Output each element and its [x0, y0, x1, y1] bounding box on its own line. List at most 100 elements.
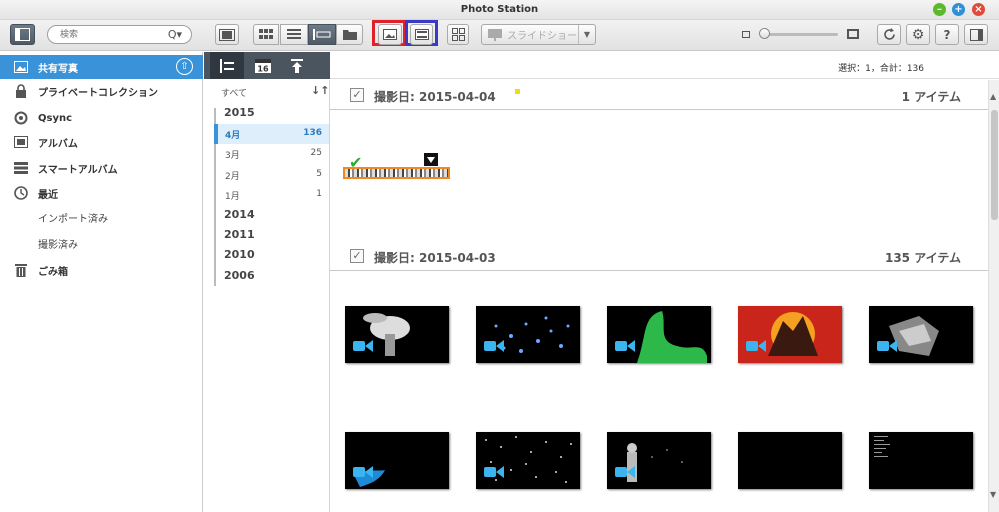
sidebar-item-label: 撮影済み [38, 239, 78, 251]
sidebar-item-imported[interactable]: インポート済み [0, 205, 203, 229]
timeline-month[interactable]: 2月 5 [216, 165, 329, 185]
video-thumbnail[interactable] [607, 432, 711, 489]
close-button[interactable]: × [972, 3, 985, 16]
timeline-year[interactable]: 2006 [216, 267, 329, 287]
list-view-button[interactable] [280, 24, 308, 45]
folder-icon [342, 30, 357, 40]
scrollbar-thumb[interactable] [991, 110, 998, 220]
calendar-icon: 16 [255, 59, 271, 73]
search-icon[interactable]: Q▾ [168, 28, 182, 41]
photo-icon [383, 29, 397, 40]
album-icon [14, 135, 28, 149]
scroll-down-icon[interactable]: ▼ [990, 490, 996, 499]
slideshow-label: スライドショー [507, 31, 577, 42]
large-thumb-icon [847, 29, 859, 39]
sidebar-item-label: プライベートコレクション [38, 87, 158, 99]
settings-button[interactable]: ⚙ [906, 24, 930, 45]
sidebar-item-private-collection[interactable]: プライベートコレクション [0, 79, 203, 103]
tab-calendar[interactable]: 16 [246, 52, 280, 79]
slideshow-icon [488, 28, 502, 41]
refresh-button[interactable] [877, 24, 901, 45]
filmstrip-view-button[interactable] [215, 24, 239, 45]
minimize-button[interactable]: – [933, 3, 946, 16]
sidebar-item-smart-album[interactable]: スマートアルバム [0, 156, 203, 180]
video-thumbnail[interactable] [345, 306, 449, 363]
clock-icon [14, 186, 28, 200]
sidebar-item-trash[interactable]: ごみ箱 [0, 258, 203, 282]
timeline-year[interactable]: 2010 [216, 246, 329, 266]
smart-album-icon [14, 161, 28, 175]
sidebar-item-label: インポート済み [38, 213, 108, 225]
video-thumbnail[interactable] [869, 432, 973, 489]
sidebar-icon [15, 28, 30, 41]
video-thumbnail[interactable] [738, 432, 842, 489]
item-menu-button[interactable] [424, 153, 438, 166]
video-thumbnail[interactable] [345, 432, 449, 489]
timeline-month-selected[interactable]: 4月 136 [214, 124, 329, 144]
video-thumbnail[interactable] [476, 432, 580, 489]
right-panel-button[interactable] [964, 24, 988, 45]
group-date: 撮影日: 2015-04-03 [374, 251, 496, 265]
tab-timeline[interactable] [210, 52, 244, 79]
video-camera-icon [353, 466, 373, 478]
date-group-header: ✓ 撮影日: 2015-04-03 135 アイテム [330, 241, 988, 271]
small-thumb-icon [742, 31, 750, 38]
toggle-sidebar-button[interactable] [10, 24, 35, 45]
timeline-month[interactable]: 1月 1 [216, 185, 329, 205]
list-icon [287, 29, 301, 39]
search-input[interactable] [60, 28, 160, 41]
slider-handle[interactable] [759, 28, 770, 39]
upload-icon[interactable]: ⇧ [176, 58, 193, 75]
sidebar-item-captured[interactable]: 撮影済み [0, 231, 203, 255]
scroll-up-icon[interactable]: ▲ [990, 92, 996, 101]
video-filter-button[interactable] [410, 24, 433, 45]
lock-icon [14, 84, 28, 98]
maximize-button[interactable]: + [952, 3, 965, 16]
thumbnail-image [476, 432, 580, 489]
video-thumbnail[interactable] [738, 306, 842, 363]
folder-view-button[interactable] [336, 24, 363, 45]
help-icon: ? [943, 27, 951, 42]
thumbnail-image [874, 436, 890, 457]
timeline-all-link[interactable]: すべて [221, 86, 247, 99]
photo-icon [14, 60, 28, 74]
timeline-year[interactable]: 2014 [216, 206, 329, 226]
slideshow-dropdown-icon[interactable]: ▼ [578, 25, 595, 44]
search-box[interactable]: Q▾ [47, 25, 192, 44]
date-group-header: ✓ 撮影日: 2015-04-04 1 アイテム [330, 80, 988, 110]
sidebar-item-qsync[interactable]: Qsync [0, 106, 203, 130]
selection-count: 選択：1，合計：136 [838, 64, 924, 74]
photo-content: ✓ 撮影日: 2015-04-04 1 アイテム ✔ ✓ 撮影日: 2015-0… [330, 80, 988, 512]
video-thumbnail[interactable] [476, 306, 580, 363]
group-select-checkbox[interactable]: ✓ [350, 249, 364, 263]
thumbnail-image [355, 470, 385, 487]
slideshow-button[interactable]: スライドショー ▼ [481, 24, 596, 45]
timeline-year[interactable]: 2011 [216, 226, 329, 246]
video-camera-icon [353, 340, 373, 352]
timeline-icon [313, 29, 331, 40]
sort-icon[interactable]: ↓↑ [311, 84, 329, 97]
sidebar-item-album[interactable]: アルバム [0, 130, 203, 154]
tab-upload-date[interactable] [280, 52, 314, 79]
sidebar-item-shared-photos[interactable]: 共有写真 ⇧ [0, 55, 203, 79]
sidebar-item-recent[interactable]: 最近 [0, 181, 203, 205]
sidebar-item-label: アルバム [38, 138, 78, 150]
sidebar: 共有写真 ⇧ プライベートコレクション Qsync アルバム スマートアルバム … [0, 52, 203, 512]
multi-select-button[interactable] [447, 24, 469, 45]
thumbnail-image [494, 316, 570, 353]
timeline-year[interactable]: 2015 [216, 104, 329, 124]
thumbnail-view-button[interactable] [253, 24, 279, 45]
video-thumbnail[interactable] [869, 306, 973, 363]
video-thumbnail[interactable] [607, 306, 711, 363]
group-date: 撮影日: 2015-04-04 [374, 90, 496, 104]
grid-icon [259, 28, 273, 39]
timeline-month[interactable]: 3月 25 [216, 144, 329, 164]
timeline-view-button[interactable] [308, 24, 336, 45]
video-icon [414, 29, 429, 40]
help-button[interactable]: ? [935, 24, 959, 45]
window-title: Photo Station [460, 4, 539, 15]
thumbnail-size-slider[interactable] [762, 33, 838, 36]
photo-filter-button[interactable] [378, 24, 402, 45]
content-scrollbar[interactable]: ▲ ▼ [988, 80, 999, 512]
group-select-checkbox[interactable]: ✓ [350, 88, 364, 102]
